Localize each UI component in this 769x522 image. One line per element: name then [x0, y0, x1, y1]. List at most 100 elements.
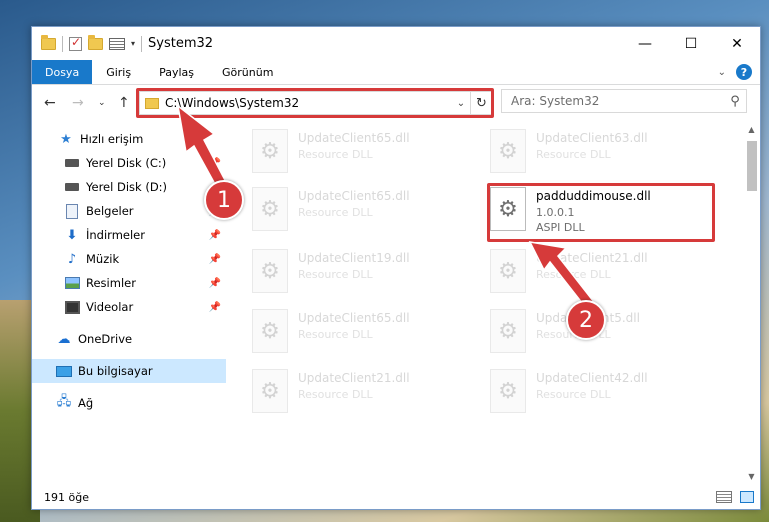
- scrollbar-thumb[interactable]: [747, 141, 757, 191]
- callout-number-1: 1: [204, 180, 244, 220]
- file-list: ⚙ UpdateClient65.dll Resource DLL ⚙ Updat…: [226, 121, 760, 485]
- minimize-button[interactable]: —: [622, 27, 668, 60]
- file-item[interactable]: ⚙ UpdateClient21.dll Resource DLL: [252, 365, 462, 417]
- tab-home[interactable]: Giriş: [92, 60, 145, 84]
- pin-icon[interactable]: 📌: [209, 278, 221, 289]
- sidebar-item-this-pc[interactable]: Bu bilgisayar: [32, 359, 226, 383]
- details-view-icon[interactable]: [716, 491, 732, 503]
- callout-number-2: 2: [566, 300, 606, 340]
- file-description: Resource DLL: [536, 388, 611, 401]
- vertical-scrollbar[interactable]: ▲ ▼: [743, 121, 760, 485]
- file-description: Resource DLL: [298, 148, 373, 161]
- star-icon: ★: [60, 131, 72, 147]
- sidebar-item-label: Resimler: [86, 276, 136, 290]
- file-description: Resource DLL: [298, 206, 373, 219]
- content-area: ★ Hızlı erişim Yerel Disk (C:) 📌 Yerel D…: [32, 121, 760, 485]
- file-item[interactable]: ⚙ UpdateClient63.dll Resource DLL: [490, 125, 700, 177]
- sidebar-item-quick-access[interactable]: ★ Hızlı erişim: [32, 127, 226, 151]
- file-description: Resource DLL: [298, 268, 373, 281]
- scroll-down-icon[interactable]: ▼: [743, 468, 760, 485]
- file-name: UpdateClient19.dll: [298, 251, 410, 265]
- new-folder-icon[interactable]: [88, 34, 103, 50]
- up-arrow-icon[interactable]: ↑: [118, 95, 130, 111]
- maximize-button[interactable]: ☐: [668, 27, 714, 60]
- sidebar-item-local-disk-d[interactable]: Yerel Disk (D:): [32, 175, 226, 199]
- sidebar-item-label: Hızlı erişim: [80, 132, 144, 146]
- sidebar-item-label: İndirmeler: [86, 228, 145, 242]
- pin-icon[interactable]: 📌: [209, 230, 221, 241]
- download-icon: ⬇: [66, 227, 78, 243]
- pin-icon[interactable]: 📌: [209, 302, 221, 313]
- close-button[interactable]: ✕: [714, 27, 760, 60]
- navigation-pane: ★ Hızlı erişim Yerel Disk (C:) 📌 Yerel D…: [32, 121, 226, 485]
- sidebar-item-label: OneDrive: [78, 332, 133, 346]
- search-icon[interactable]: ⚲: [724, 94, 746, 109]
- dll-file-icon: ⚙: [490, 309, 526, 353]
- file-item[interactable]: ⚙ UpdateClient21.dll Resource DLL: [490, 245, 700, 297]
- sidebar-item-label: Yerel Disk (D:): [86, 180, 168, 194]
- document-icon: [64, 203, 80, 219]
- file-name: UpdateClient21.dll: [536, 251, 648, 265]
- folder-icon: [41, 34, 56, 50]
- file-item[interactable]: ⚙ UpdateClient65.dll Resource DLL: [252, 305, 462, 357]
- computer-icon: [56, 363, 72, 379]
- help-icon[interactable]: ?: [736, 64, 752, 80]
- file-name: UpdateClient63.dll: [536, 131, 648, 145]
- sidebar-item-pictures[interactable]: Resimler 📌: [32, 271, 226, 295]
- sidebar-item-music[interactable]: ♪ Müzik 📌: [32, 247, 226, 271]
- customize-icon[interactable]: [109, 37, 125, 50]
- scroll-up-icon[interactable]: ▲: [743, 121, 760, 138]
- large-icons-view-icon[interactable]: [740, 491, 754, 503]
- tab-file[interactable]: Dosya: [32, 60, 93, 84]
- sidebar-item-videos[interactable]: Videolar 📌: [32, 295, 226, 319]
- sidebar-item-label: Yerel Disk (C:): [86, 156, 167, 170]
- file-name: UpdateClient65.dll: [298, 131, 410, 145]
- properties-check-icon[interactable]: [69, 35, 82, 51]
- window-controls: — ☐ ✕: [622, 27, 760, 60]
- dll-file-icon: ⚙: [490, 369, 526, 413]
- back-arrow-icon[interactable]: ←: [44, 95, 56, 111]
- dll-file-icon: ⚙: [252, 309, 288, 353]
- sidebar-item-network[interactable]: 🖧 Ağ: [32, 391, 226, 415]
- file-description: Resource DLL: [298, 328, 373, 341]
- sidebar-item-documents[interactable]: Belgeler 📌: [32, 199, 226, 223]
- network-icon: 🖧: [56, 394, 72, 409]
- dll-file-icon: ⚙: [252, 249, 288, 293]
- expand-ribbon-icon[interactable]: ⌄: [718, 67, 726, 78]
- search-box[interactable]: Ara: System32 ⚲: [501, 89, 747, 113]
- file-item[interactable]: ⚙ UpdateClient65.dll Resource DLL: [252, 183, 462, 235]
- sidebar-item-onedrive[interactable]: ☁ OneDrive: [32, 327, 226, 351]
- tab-share[interactable]: Paylaş: [145, 60, 208, 84]
- dll-file-icon: ⚙: [490, 249, 526, 293]
- address-highlight-box: [136, 88, 494, 118]
- sidebar-item-label: Ağ: [78, 396, 94, 410]
- sidebar-item-label: Bu bilgisayar: [78, 364, 153, 378]
- divider: [141, 35, 143, 52]
- ribbon-tabs: Dosya Giriş Paylaş Görünüm ⌄ ?: [32, 60, 760, 85]
- file-name: UpdateClient21.dll: [298, 371, 410, 385]
- tab-view[interactable]: Görünüm: [208, 60, 287, 84]
- file-description: Resource DLL: [536, 148, 611, 161]
- videos-icon: [64, 299, 80, 315]
- forward-arrow-icon[interactable]: →: [72, 95, 84, 111]
- pictures-icon: [64, 275, 80, 291]
- file-item[interactable]: ⚙ UpdateClient42.dll Resource DLL: [490, 365, 700, 417]
- dll-file-icon: ⚙: [252, 129, 288, 173]
- file-description: Resource DLL: [298, 388, 373, 401]
- sidebar-item-local-disk-c[interactable]: Yerel Disk (C:) 📌: [32, 151, 226, 175]
- file-explorer-window: ▾ System32 — ☐ ✕ Dosya Giriş Paylaş Görü…: [31, 26, 761, 510]
- file-item[interactable]: ⚙ UpdateClient65.dll Resource DLL: [252, 125, 462, 177]
- sidebar-item-downloads[interactable]: ⬇ İndirmeler 📌: [32, 223, 226, 247]
- search-input[interactable]: Ara: System32: [511, 94, 724, 108]
- disk-icon: [64, 179, 80, 195]
- disk-icon: [64, 155, 80, 171]
- music-icon: ♪: [67, 251, 77, 267]
- file-item[interactable]: ⚙ UpdateClient19.dll Resource DLL: [252, 245, 462, 297]
- divider: [62, 35, 63, 52]
- file-name: UpdateClient42.dll: [536, 371, 648, 385]
- pin-icon[interactable]: 📌: [209, 158, 221, 169]
- recent-locations-chevron-icon[interactable]: ⌄: [98, 98, 106, 108]
- item-count: 191 öğe: [44, 490, 89, 504]
- chevron-down-icon[interactable]: ▾: [131, 39, 135, 48]
- pin-icon[interactable]: 📌: [209, 254, 221, 265]
